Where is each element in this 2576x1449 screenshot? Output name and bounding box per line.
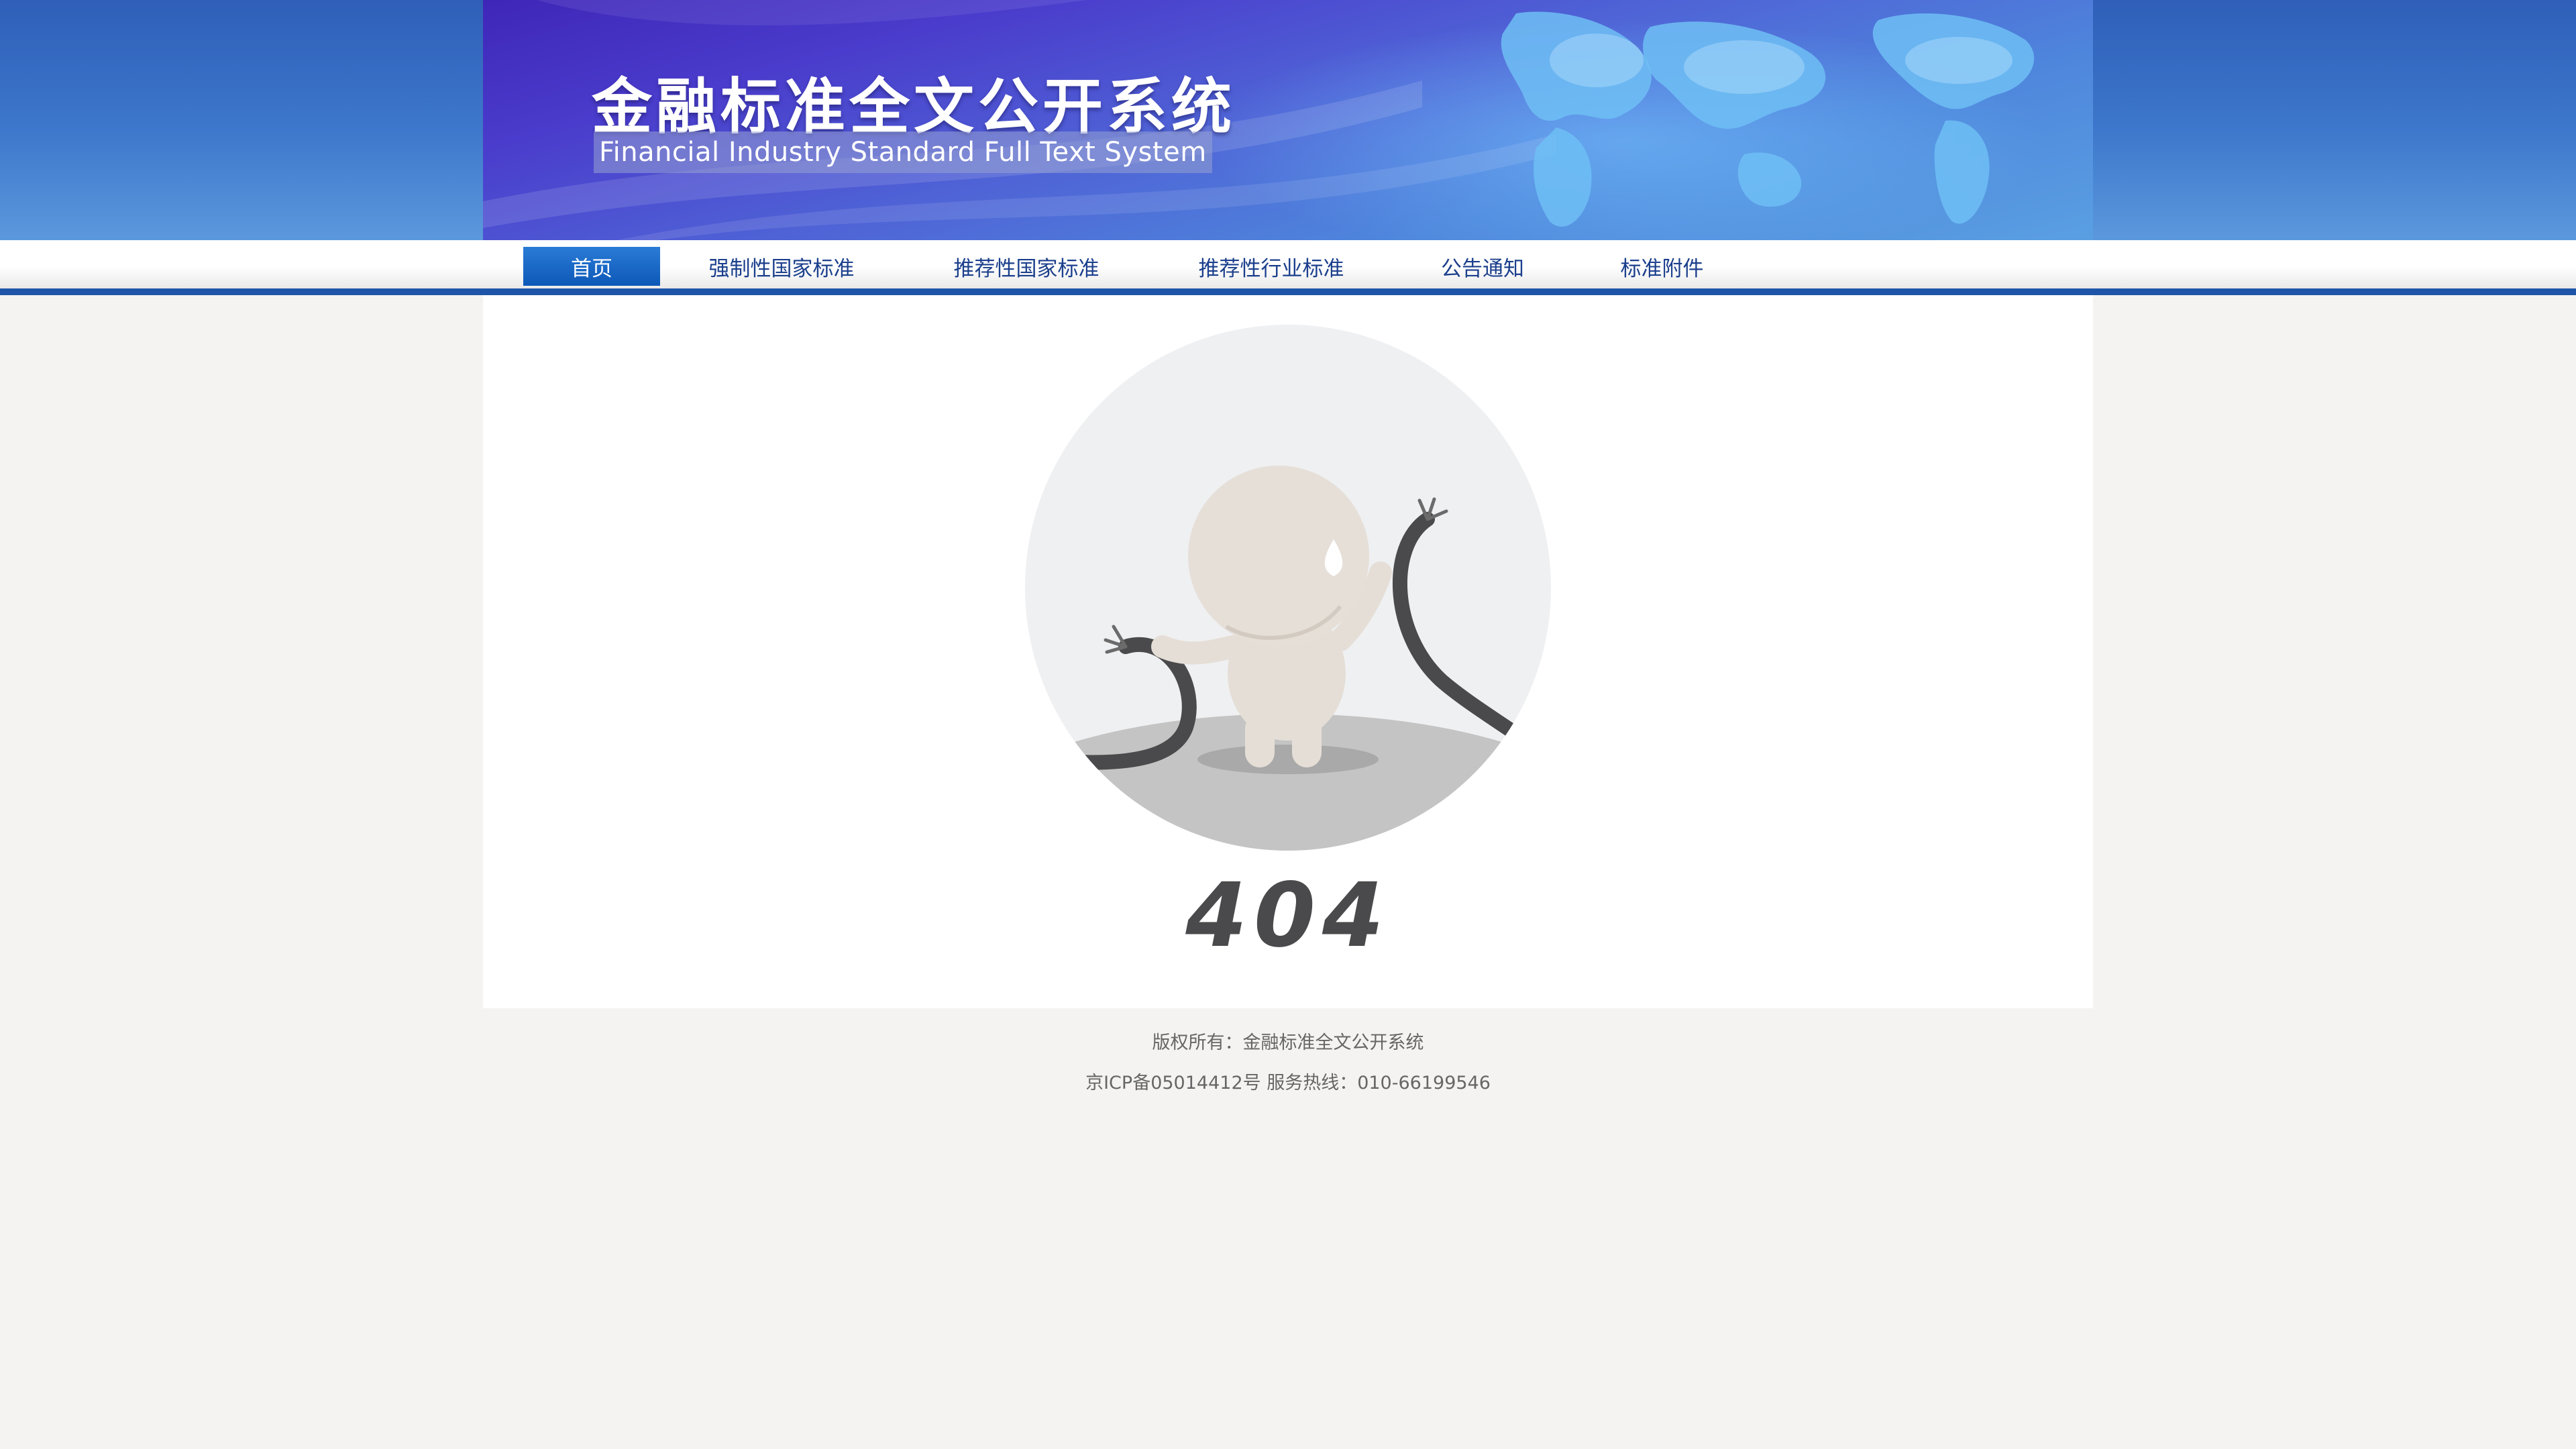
footer-icp-hotline: 京ICP备05014412号 服务热线：010-66199546: [1085, 1073, 1491, 1093]
nav-item-recommended-national[interactable]: 推荐性国家标准: [943, 247, 1110, 286]
nav-item-recommended-industry[interactable]: 推荐性行业标准: [1187, 247, 1355, 286]
main-content: 404: [483, 295, 2093, 1008]
nav-item-home[interactable]: 首页: [523, 247, 660, 286]
main-nav: 首页 强制性国家标准 推荐性国家标准 推荐性行业标准 公告通知 标准附件: [0, 240, 2576, 295]
nav-item-attachments[interactable]: 标准附件: [1610, 247, 1714, 286]
error-code: 404: [1185, 864, 1391, 967]
site-subtitle-box: Financial Industry Standard Full Text Sy…: [594, 131, 1212, 173]
footer-copyright: 版权所有：金融标准全文公开系统: [1152, 1032, 1424, 1053]
footer: 版权所有：金融标准全文公开系统 京ICP备05014412号 服务热线：010-…: [0, 1026, 2576, 1107]
site-subtitle: Financial Industry Standard Full Text Sy…: [599, 137, 1207, 168]
unplugged-cable-character-icon: [1025, 325, 1551, 851]
nav-item-mandatory-national[interactable]: 强制性国家标准: [698, 247, 865, 286]
nav-list: 首页 强制性国家标准 推荐性国家标准 推荐性行业标准 公告通知 标准附件: [0, 240, 2576, 288]
nav-item-announcements[interactable]: 公告通知: [1432, 247, 1533, 286]
header-banner: 金融标准全文公开系统 Financial Industry Standard F…: [483, 0, 2093, 240]
